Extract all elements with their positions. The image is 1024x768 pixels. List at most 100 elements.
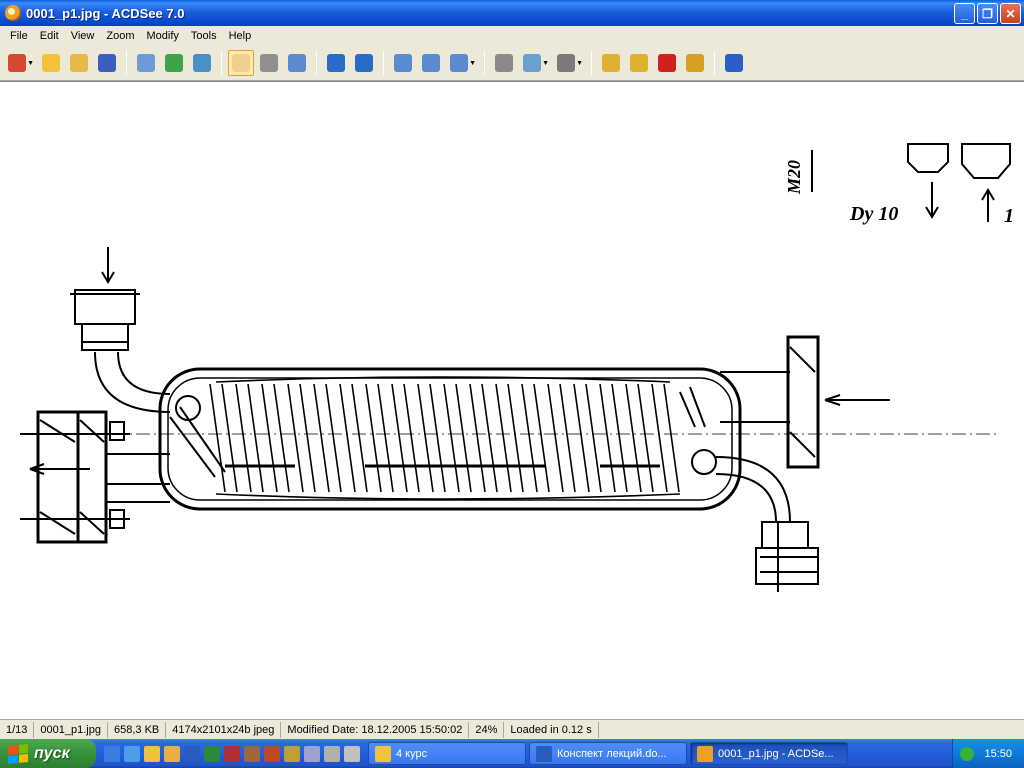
zoom-in-button[interactable] <box>390 50 416 76</box>
dropdown-arrow-icon[interactable]: ▼ <box>576 60 583 67</box>
browse-folder-icon <box>42 53 60 72</box>
rotate-left-icon <box>327 53 345 72</box>
technical-drawing: M20 Dy 10 1 <box>20 143 1014 592</box>
rotate-left-button[interactable] <box>323 50 349 76</box>
status-zoom: 24% <box>469 721 505 738</box>
menu-view[interactable]: View <box>65 30 101 42</box>
slideshow-button[interactable] <box>189 50 215 76</box>
menu-zoom[interactable]: Zoom <box>100 30 140 42</box>
help-icon <box>725 53 743 72</box>
minimize-button[interactable]: _ <box>954 3 975 24</box>
save-button[interactable] <box>94 50 120 76</box>
taskbar: пуск 4 курс Конспект лекций.do... 0001_p1.… <box>0 739 1024 768</box>
previous-image-button[interactable] <box>133 50 159 76</box>
menu-tools[interactable]: Tools <box>185 30 223 42</box>
zoom-tool-button[interactable] <box>284 50 310 76</box>
toolbar-separator <box>383 50 384 75</box>
next-image-button[interactable] <box>161 50 187 76</box>
task-list: 4 курс Конспект лекций.do... 0001_p1.jpg -… <box>368 742 851 765</box>
menu-file[interactable]: File <box>4 30 34 42</box>
taskbar-button-label: 0001_p1.jpg - ACDSe... <box>718 747 834 760</box>
toolbar-separator <box>591 50 592 75</box>
menu-edit[interactable]: Edit <box>34 30 65 42</box>
taskbar-button-label: Конспект лекций.do... <box>557 747 667 760</box>
windows-flag-icon <box>8 743 28 764</box>
toolbar-separator <box>714 50 715 75</box>
rotate-right-icon <box>355 53 373 72</box>
menu-help[interactable]: Help <box>223 30 258 42</box>
select-button[interactable] <box>256 50 282 76</box>
print-icon <box>495 53 513 72</box>
taskbar-button[interactable]: 0001_p1.jpg - ACDSe... <box>690 742 848 765</box>
folder-icon <box>375 745 391 762</box>
system-tray: 15:50 <box>952 739 1024 768</box>
delete-button[interactable] <box>654 50 680 76</box>
clock[interactable]: 15:50 <box>984 748 1012 760</box>
slideshow-icon <box>193 53 211 72</box>
window-title: 0001_p1.jpg - ACDSee 7.0 <box>26 5 185 21</box>
close-button[interactable]: ✕ <box>1000 3 1021 24</box>
rotate-right-button[interactable] <box>351 50 377 76</box>
zoom-out-button[interactable] <box>418 50 444 76</box>
app3-icon[interactable] <box>284 745 300 762</box>
acdsee-app-icon[interactable] <box>5 5 21 21</box>
toolbar-separator <box>221 50 222 75</box>
dropdown-arrow-icon[interactable]: ▼ <box>542 60 549 67</box>
properties-icon <box>686 53 704 72</box>
dropdown-arrow-icon[interactable]: ▼ <box>469 60 476 67</box>
browse-folder-button[interactable] <box>38 50 64 76</box>
zoom-out-icon <box>422 53 440 72</box>
word-icon[interactable] <box>184 745 200 762</box>
title-bar[interactable]: 0001_p1.jpg - ACDSee 7.0 _ ❐ ✕ <box>0 0 1024 26</box>
properties-button[interactable] <box>682 50 708 76</box>
help-button[interactable] <box>721 50 747 76</box>
excel-icon[interactable] <box>204 745 220 762</box>
dropdown-arrow-icon[interactable]: ▼ <box>27 60 34 67</box>
tray-status-icon[interactable] <box>960 746 975 761</box>
start-button[interactable]: пуск <box>0 739 96 768</box>
thread-label: M20 <box>784 160 804 195</box>
taskbar-button[interactable]: 4 курс <box>368 742 526 765</box>
open-button[interactable] <box>66 50 92 76</box>
outlook-icon[interactable] <box>164 745 180 762</box>
open-icon <box>70 53 88 72</box>
app5-icon[interactable] <box>324 745 340 762</box>
next-image-icon <box>165 53 183 72</box>
ie-icon[interactable] <box>104 745 120 762</box>
app1-icon[interactable] <box>244 745 260 762</box>
menu-modify[interactable]: Modify <box>140 30 184 42</box>
word-doc-icon <box>536 745 552 762</box>
taskbar-button[interactable]: Конспект лекций.do... <box>529 742 687 765</box>
maximize-button[interactable]: ❐ <box>977 3 998 24</box>
move-to-folder-button[interactable] <box>626 50 652 76</box>
taskbar-button-label: 4 курс <box>396 747 428 760</box>
burn-icon <box>557 53 575 72</box>
app2-icon[interactable] <box>264 745 280 762</box>
image-viewer[interactable]: M20 Dy 10 1 <box>0 81 1024 719</box>
move-to-folder-icon <box>630 53 648 72</box>
save-icon <box>98 53 116 72</box>
burn-button[interactable]: ▼ <box>553 50 583 76</box>
status-dimensions: 4174x2101x24b jpeg <box>166 721 282 738</box>
app4-icon[interactable] <box>304 745 320 762</box>
hand-tool-button[interactable] <box>228 49 254 76</box>
main-toolbar: ▼ ▼ ▼ ▼ <box>0 45 1024 81</box>
start-label: пуск <box>34 744 70 762</box>
desktop-icon[interactable] <box>124 745 140 762</box>
acquire-button[interactable]: ▼ <box>4 50 34 76</box>
zoom-mode-button[interactable]: ▼ <box>446 50 476 76</box>
media-icon[interactable] <box>144 745 160 762</box>
status-load-time: Loaded in 0.12 s <box>504 721 599 738</box>
nominal-diameter-label: Dy 10 <box>849 203 898 225</box>
hand-tool-icon <box>232 53 250 72</box>
app6-icon[interactable] <box>344 745 360 762</box>
quick-launch <box>96 739 368 768</box>
zoom-tool-icon <box>288 53 306 72</box>
acdsee-icon <box>697 745 713 762</box>
previous-image-icon <box>137 53 155 72</box>
print-button[interactable] <box>491 50 517 76</box>
copy-to-folder-button[interactable] <box>598 50 624 76</box>
access-icon[interactable] <box>224 745 240 762</box>
share-button[interactable]: ▼ <box>519 50 549 76</box>
toolbar-separator <box>484 50 485 75</box>
